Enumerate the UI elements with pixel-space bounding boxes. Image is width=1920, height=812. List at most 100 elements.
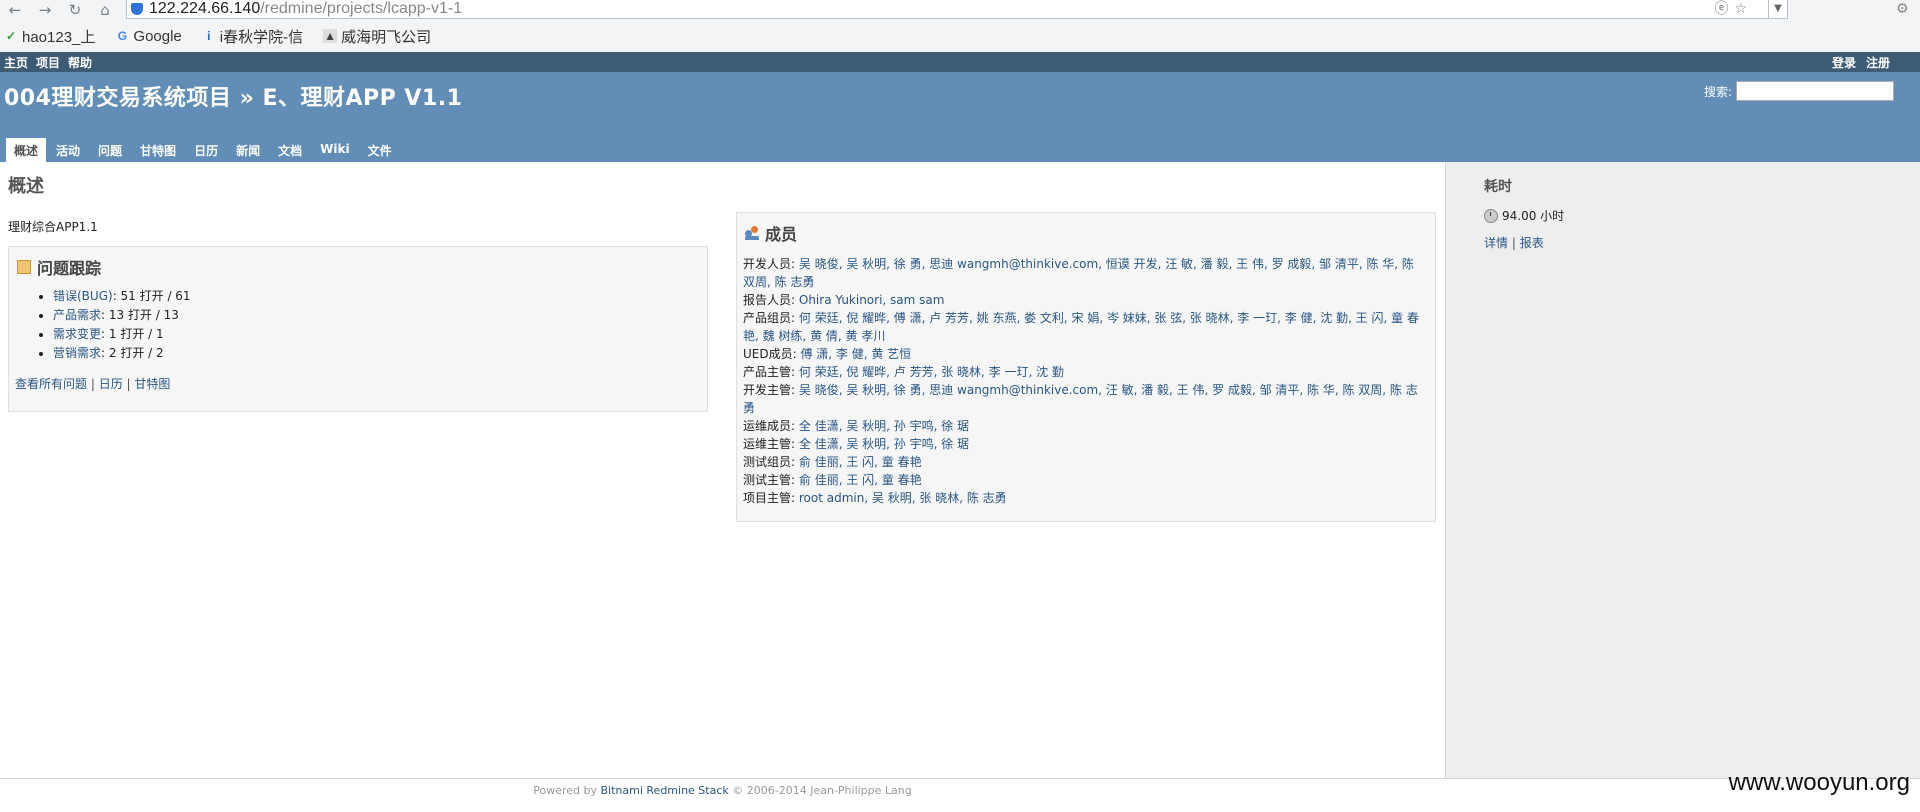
footer-link[interactable]: Bitnami Redmine Stack — [601, 784, 729, 797]
member-role: 产品组员: — [743, 311, 796, 325]
bookmark-item[interactable]: G Google — [115, 27, 182, 45]
member-names[interactable]: 傅 潇, 李 健, 黄 艺恒 — [800, 347, 911, 361]
member-names[interactable]: 俞 佳丽, 王 闪, 童 春艳 — [799, 473, 922, 487]
member-names[interactable]: 何 荣廷, 倪 耀晔, 卢 芳芳, 张 晓林, 李 一玎, 沈 勤 — [799, 365, 1064, 379]
bookmark-item[interactable]: ▲ 威海明飞公司 — [323, 26, 431, 47]
tracker-list: 错误(BUG): 51 打开 / 61 产品需求: 13 打开 / 13 需求变… — [39, 287, 191, 363]
tab-issues[interactable]: 问题 — [90, 138, 130, 162]
member-names[interactable]: 俞 佳丽, 王 闪, 童 春艳 — [799, 455, 922, 469]
bookmark-label: i春秋学院-信 — [219, 28, 304, 46]
wrench-icon[interactable]: ⚙ — [1896, 1, 1909, 17]
members-box: 成员 开发人员: 吴 晓俊, 吴 秋明, 徐 勇, 思迪 wangmh@thin… — [736, 212, 1436, 522]
tracker-stats: : 2 打开 / 2 — [101, 346, 164, 360]
member-names[interactable]: root admin, 吴 秋明, 张 晓林, 陈 志勇 — [799, 491, 1007, 505]
view-all-issues-link[interactable]: 查看所有问题 — [15, 377, 87, 391]
member-role: 开发主管: — [743, 383, 796, 397]
ie-icon[interactable]: ⓔ — [1714, 0, 1728, 18]
tab-files[interactable]: 文件 — [360, 138, 400, 162]
tracker-stats: : 13 打开 / 13 — [101, 308, 179, 322]
top-menu-help[interactable]: 帮助 — [68, 54, 92, 71]
bookmark-item[interactable]: i i春秋学院-信 — [202, 26, 303, 47]
address-icons: ⓔ ☆ — [1714, 0, 1747, 18]
member-role: 产品主管: — [743, 365, 796, 379]
issues-title: 问题跟踪 — [37, 259, 102, 278]
bookmark-label: hao123_上 — [22, 28, 96, 46]
footer: Powered by Bitnami Redmine Stack © 2006-… — [0, 778, 1920, 812]
member-row: 项目主管: root admin, 吴 秋明, 张 晓林, 陈 志勇 — [743, 489, 1427, 507]
member-names[interactable]: 全 佳潇, 吴 秋明, 孙 宇鸣, 徐 琚 — [799, 419, 969, 433]
member-names[interactable]: 吴 晓俊, 吴 秋明, 徐 勇, 思迪 wangmh@thinkive.com,… — [743, 383, 1418, 415]
member-row: 报告人员: Ohira Yukinori, sam sam — [743, 291, 1427, 309]
member-names[interactable]: 全 佳潇, 吴 秋明, 孙 宇鸣, 徐 琚 — [799, 437, 969, 451]
bookmarks-bar: ✓ hao123_上 G Google i i春秋学院-信 ▲ 威海明飞公司 — [4, 26, 431, 46]
register-link[interactable]: 注册 — [1866, 54, 1890, 71]
member-names[interactable]: Ohira Yukinori, sam sam — [799, 293, 945, 307]
footer-text: Powered by Bitnami Redmine Stack © 2006-… — [0, 784, 1445, 797]
top-menu-left: 主页 项目 帮助 — [4, 54, 92, 71]
home-icon[interactable]: ⌂ — [96, 1, 114, 19]
member-row: 测试组员: 俞 佳丽, 王 闪, 童 春艳 — [743, 453, 1427, 471]
login-link[interactable]: 登录 — [1832, 54, 1856, 71]
spent-hours: 94.00 小时 — [1502, 209, 1565, 223]
refresh-icon[interactable]: ↻ — [66, 1, 84, 19]
bookmark-label: 威海明飞公司 — [341, 28, 432, 46]
details-link[interactable]: 详情 — [1484, 236, 1508, 250]
member-row: 开发主管: 吴 晓俊, 吴 秋明, 徐 勇, 思迪 wangmh@thinkiv… — [743, 381, 1427, 417]
tab-news[interactable]: 新闻 — [228, 138, 268, 162]
tab-overview[interactable]: 概述 — [6, 138, 47, 162]
tracker-item: 错误(BUG): 51 打开 / 61 — [53, 287, 191, 306]
search-input[interactable] — [1736, 81, 1894, 101]
issue-links: 查看所有问题 | 日历 | 甘特图 — [15, 375, 170, 392]
member-names[interactable]: 何 荣廷, 倪 耀晔, 傅 潇, 卢 芳芳, 姚 东燕, 娄 文利, 宋 娟, … — [743, 311, 1419, 343]
google-icon: G — [117, 29, 128, 43]
bookmark-item[interactable]: ✓ hao123_上 — [4, 26, 95, 47]
member-role: 测试组员: — [743, 455, 796, 469]
tracker-link-product-req[interactable]: 产品需求 — [53, 308, 101, 322]
tracker-item: 需求变更: 1 打开 / 1 — [53, 325, 191, 344]
quick-search: 搜索: — [1704, 81, 1894, 101]
tracker-item: 产品需求: 13 打开 / 13 — [53, 306, 191, 325]
members-list: 开发人员: 吴 晓俊, 吴 秋明, 徐 勇, 思迪 wangmh@thinkiv… — [743, 255, 1427, 507]
member-names[interactable]: 吴 晓俊, 吴 秋明, 徐 勇, 思迪 wangmh@thinkive.com,… — [743, 257, 1414, 289]
member-row: UED成员: 傅 潇, 李 健, 黄 艺恒 — [743, 345, 1427, 363]
tab-calendar[interactable]: 日历 — [186, 138, 226, 162]
browser-chrome: ← → ↻ ⌂ 122.224.66.140/redmine/projects/… — [0, 0, 1920, 53]
address-bar[interactable]: 122.224.66.140/redmine/projects/lcapp-v1… — [126, 0, 1788, 19]
project-title: 004理财交易系统项目 » E、理财APP V1.1 — [4, 86, 463, 111]
chevron-down-icon[interactable]: ▼ — [1768, 0, 1787, 18]
tracker-link-marketing-req[interactable]: 营销需求 — [53, 346, 101, 360]
member-row: 运维成员: 全 佳潇, 吴 秋明, 孙 宇鸣, 徐 琚 — [743, 417, 1427, 435]
ichunqiu-icon: i — [207, 29, 211, 43]
tracker-item: 营销需求: 2 打开 / 2 — [53, 344, 191, 363]
watermark: www.wooyun.org — [1728, 769, 1910, 796]
top-menu-right: 登录 注册 — [1832, 54, 1890, 71]
tracker-stats: : 1 打开 / 1 — [101, 327, 164, 341]
tracker-stats: : 51 打开 / 61 — [112, 289, 191, 303]
tracker-link-bug[interactable]: 错误(BUG) — [53, 289, 113, 303]
forward-icon[interactable]: → — [36, 1, 54, 19]
leaf-icon: ✓ — [5, 29, 17, 43]
url-host: 122.224.66.140 — [149, 0, 261, 17]
header: 004理财交易系统项目 » E、理财APP V1.1 搜索: 概述 活动 问题 … — [0, 72, 1920, 162]
tab-gantt[interactable]: 甘特图 — [132, 138, 184, 162]
back-icon[interactable]: ← — [6, 1, 24, 19]
members-title: 成员 — [765, 225, 798, 244]
tab-activity[interactable]: 活动 — [48, 138, 88, 162]
clock-icon — [1484, 208, 1498, 223]
tracker-link-change-req[interactable]: 需求变更 — [53, 327, 101, 341]
member-row: 产品组员: 何 荣廷, 倪 耀晔, 傅 潇, 卢 芳芳, 姚 东燕, 娄 文利,… — [743, 309, 1427, 345]
search-label: 搜索: — [1703, 84, 1732, 99]
bookmark-label: Google — [133, 27, 182, 45]
link-separator: | — [90, 377, 99, 391]
star-icon[interactable]: ☆ — [1734, 0, 1747, 18]
tab-documents[interactable]: 文档 — [270, 138, 310, 162]
calendar-link[interactable]: 日历 — [99, 377, 123, 391]
top-menu-home[interactable]: 主页 — [4, 54, 28, 71]
tab-wiki[interactable]: Wiki — [312, 138, 357, 162]
link-separator: | — [1511, 236, 1520, 250]
gantt-link[interactable]: 甘特图 — [134, 377, 170, 391]
sidebar: 耗时 94.00 小时 详情 | 报表 — [1445, 162, 1920, 778]
top-menu-projects[interactable]: 项目 — [36, 54, 60, 71]
issues-icon — [17, 260, 31, 274]
report-link[interactable]: 报表 — [1520, 236, 1544, 250]
